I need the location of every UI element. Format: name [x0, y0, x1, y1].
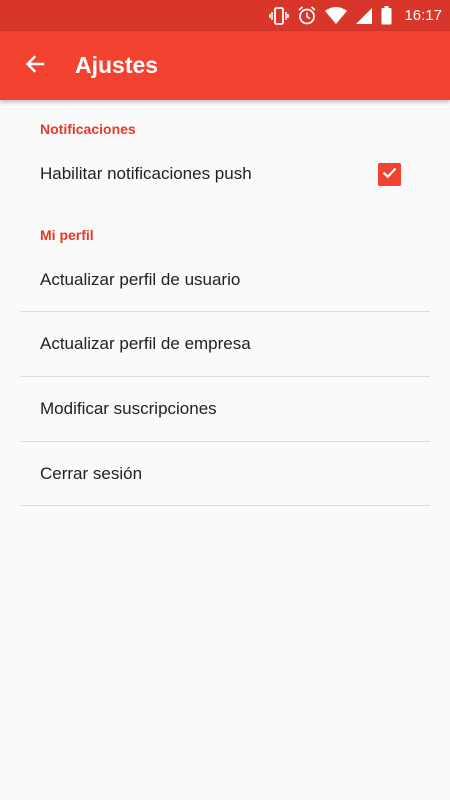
status-time: 16:17 [404, 7, 442, 24]
arrow-left-icon [23, 52, 47, 81]
list-item-logout[interactable]: Cerrar sesión [20, 442, 430, 505]
status-icons: 16:17 [269, 0, 442, 31]
list-item-update-company-profile[interactable]: Actualizar perfil de empresa [20, 312, 430, 376]
section-header-notifications: Notificaciones [40, 121, 136, 137]
vibrate-icon [269, 6, 290, 25]
list-item-label: Actualizar perfil de usuario [40, 269, 241, 289]
push-notifications-checkbox[interactable] [378, 163, 401, 186]
push-notifications-row[interactable]: Habilitar notificaciones push [20, 150, 430, 198]
wifi-icon [325, 7, 348, 24]
list-item-label: Modificar suscripciones [40, 399, 217, 418]
checkmark-icon [381, 164, 398, 186]
list-item-modify-subscriptions[interactable]: Modificar suscripciones [20, 377, 430, 441]
list-item-label: Cerrar sesión [40, 463, 143, 483]
page-title: Ajustes [75, 52, 159, 78]
section-header-profile: Mi perfil [40, 227, 94, 243]
alarm-icon [297, 6, 317, 25]
signal-icon [355, 7, 373, 25]
divider [20, 505, 430, 506]
battery-icon [381, 6, 392, 25]
app-bar: Ajustes [0, 31, 450, 100]
status-bar: 16:17 [0, 0, 450, 31]
list-item-label: Actualizar perfil de empresa [40, 334, 251, 353]
list-item-update-user-profile[interactable]: Actualizar perfil de usuario [20, 248, 430, 311]
back-button[interactable] [12, 43, 58, 89]
push-notifications-label: Habilitar notificaciones push [40, 164, 252, 183]
